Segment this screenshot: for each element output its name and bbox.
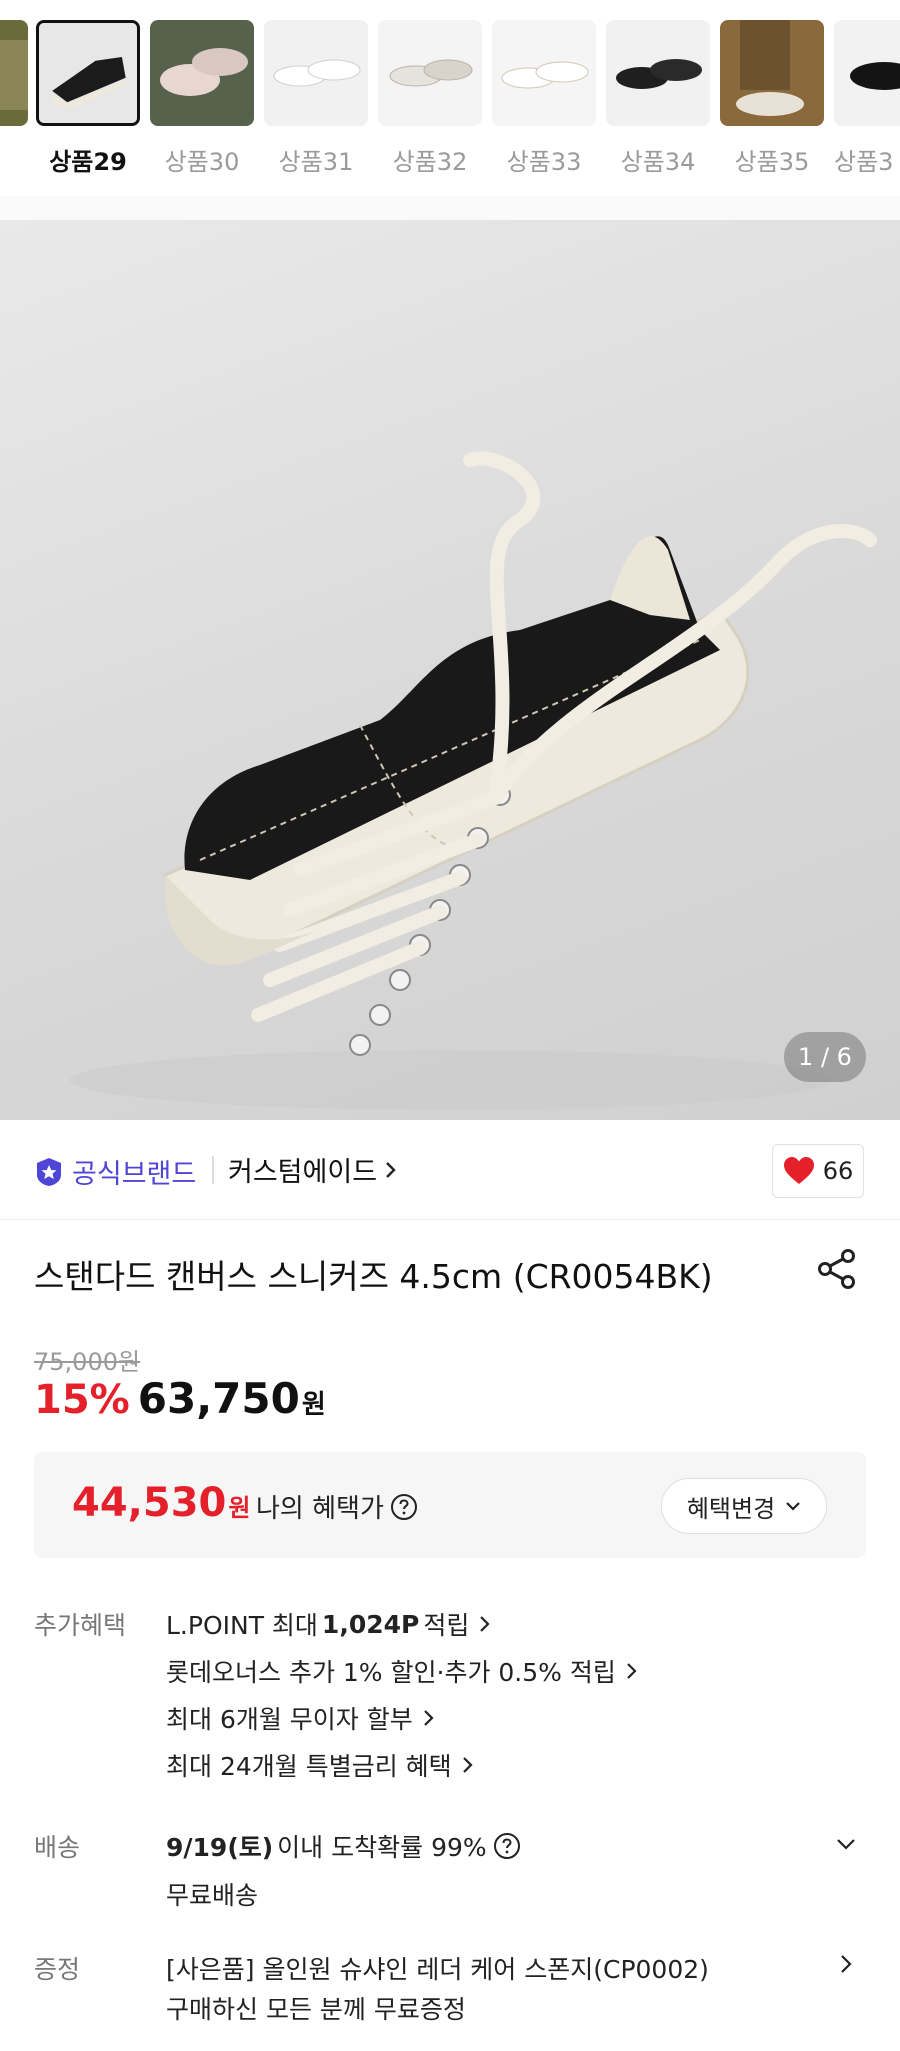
benefit-text: 최대 6개월 무이자 할부 bbox=[166, 1705, 413, 1734]
brand-row: 공식브랜드 커스텀에이드 66 bbox=[0, 1120, 900, 1220]
thumbnail-30[interactable] bbox=[150, 20, 254, 126]
original-price: 75,000원 bbox=[34, 1348, 141, 1376]
product-thumbnail-strip: 8 상품29 상품30 상품31 상품32 상품33 상품34 상품35 상품3 bbox=[0, 0, 900, 200]
thumbnail-33[interactable] bbox=[492, 20, 596, 126]
official-brand-badge: 공식브랜드 bbox=[34, 1152, 196, 1191]
gift-label: 증정 bbox=[34, 1955, 81, 1984]
installment-benefit-link[interactable]: 최대 6개월 무이자 할부 bbox=[166, 1700, 435, 1736]
thumbnail-34[interactable] bbox=[606, 20, 710, 126]
thumbnail-label: 상품32 bbox=[392, 148, 468, 176]
sneaker-illustration bbox=[70, 451, 877, 1110]
like-count: 66 bbox=[822, 1157, 854, 1185]
benefit-points: 1,024P bbox=[321, 1609, 420, 1639]
my-benefit-label: 나의 혜택가 bbox=[256, 1488, 418, 1525]
lotte-owners-benefit-link[interactable]: 롯데오너스 추가 1% 할인·추가 0.5% 적립 bbox=[166, 1653, 638, 1689]
share-icon[interactable] bbox=[814, 1246, 860, 1292]
section-divider bbox=[0, 196, 900, 220]
price-row: 15% 63,750 원 bbox=[34, 1374, 326, 1423]
thumbnail-label-active: 상품29 bbox=[49, 148, 127, 176]
help-icon[interactable] bbox=[390, 1493, 418, 1521]
official-brand-label: 공식브랜드 bbox=[72, 1159, 197, 1190]
benefit-change-button[interactable]: 혜택변경 bbox=[661, 1478, 827, 1534]
thumbnail-label: 상품31 bbox=[278, 148, 354, 176]
thumbnail-label: 8 bbox=[0, 142, 26, 170]
gift-description: 구매하신 모든 분께 무료증정 bbox=[166, 1995, 466, 2024]
like-button[interactable]: 66 bbox=[772, 1144, 864, 1198]
delivery-date: 9/19(토) bbox=[166, 1833, 274, 1862]
chevron-right-icon bbox=[423, 1710, 434, 1726]
sale-price: 63,750 bbox=[137, 1374, 300, 1423]
delivery-estimate: 9/19(토) 이내 도착확률 99% bbox=[166, 1828, 521, 1864]
thumbnail-35[interactable] bbox=[720, 20, 824, 126]
thumbnail-32[interactable] bbox=[378, 20, 482, 126]
chevron-right-icon bbox=[627, 1663, 637, 1679]
image-counter: 1 / 6 bbox=[784, 1032, 866, 1082]
thumbnail-8[interactable] bbox=[0, 20, 28, 126]
special-rate-benefit-link[interactable]: 최대 24개월 특별금리 혜택 bbox=[166, 1747, 474, 1783]
thumbnail-31[interactable] bbox=[264, 20, 368, 126]
benefit-price-value: 44,530 bbox=[72, 1480, 227, 1526]
chevron-right-icon bbox=[480, 1616, 490, 1632]
thumbnail-29[interactable] bbox=[36, 20, 140, 126]
divider bbox=[212, 1156, 214, 1184]
delivery-label: 배송 bbox=[34, 1833, 81, 1862]
benefit-text-suffix: 적립 bbox=[423, 1611, 470, 1640]
benefit-price-currency: 원 bbox=[228, 1494, 251, 1522]
price-currency: 원 bbox=[301, 1390, 326, 1420]
thumbnail-label: 상품3 bbox=[834, 148, 894, 176]
benefit-text: L.POINT 최대 bbox=[166, 1611, 318, 1640]
gift-item[interactable]: [사은품] 올인원 슈샤인 레더 케어 스폰지(CP0002) bbox=[166, 1950, 709, 1986]
chevron-right-icon bbox=[386, 1161, 396, 1178]
chevron-down-icon bbox=[786, 1502, 800, 1511]
benefit-price-box: 44,530 원 나의 혜택가 혜택변경 bbox=[34, 1452, 866, 1558]
thumbnail-36[interactable] bbox=[834, 20, 900, 126]
product-title: 스탠다드 캔버스 스니커즈 4.5cm (CR0054BK) bbox=[34, 1257, 713, 1296]
brand-name: 커스텀에이드 bbox=[228, 1157, 378, 1188]
delivery-fee: 무료배송 bbox=[166, 1881, 259, 1910]
chevron-right-icon[interactable] bbox=[836, 1954, 856, 1974]
delivery-probability: 이내 도착확률 99% bbox=[277, 1833, 487, 1862]
official-brand-star-icon bbox=[37, 1157, 61, 1186]
lpoint-benefit-link[interactable]: L.POINT 최대 1,024P 적립 bbox=[166, 1606, 491, 1642]
benefit-price: 44,530 원 bbox=[72, 1480, 250, 1526]
thumbnail-label: 상품34 bbox=[620, 148, 696, 176]
benefit-text: 롯데오너스 추가 1% 할인·추가 0.5% 적립 bbox=[166, 1658, 616, 1687]
delivery-expand-chevron-icon[interactable] bbox=[836, 1834, 856, 1854]
help-icon[interactable] bbox=[493, 1832, 521, 1860]
extra-benefit-label: 추가혜택 bbox=[34, 1611, 127, 1640]
my-benefit-text: 나의 혜택가 bbox=[256, 1494, 384, 1524]
benefit-text: 최대 24개월 특별금리 혜택 bbox=[166, 1752, 452, 1781]
thumbnail-label: 상품30 bbox=[164, 148, 240, 176]
thumbnail-label: 상품35 bbox=[734, 148, 810, 176]
brand-link[interactable]: 커스텀에이드 bbox=[228, 1150, 397, 1189]
product-main-image[interactable]: 1 / 6 bbox=[0, 220, 900, 1120]
heart-icon bbox=[783, 1157, 814, 1184]
thumbnail-label: 상품33 bbox=[506, 148, 582, 176]
chevron-right-icon bbox=[462, 1757, 473, 1773]
discount-rate: 15% bbox=[34, 1377, 130, 1423]
benefit-change-label: 혜택변경 bbox=[686, 1494, 776, 1523]
